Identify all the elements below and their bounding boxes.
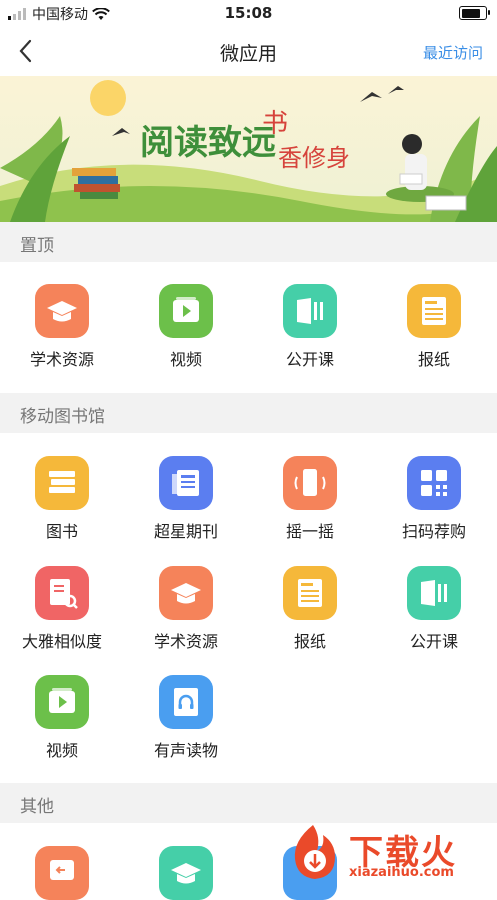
app-icon-bg bbox=[35, 566, 89, 620]
app-icon-bg bbox=[159, 675, 213, 729]
battery-fill bbox=[461, 8, 481, 18]
exit-icon bbox=[50, 860, 74, 880]
app-other-1[interactable] bbox=[0, 846, 124, 900]
app-shake[interactable]: 摇一摇 bbox=[248, 456, 372, 542]
watermark-url: xiazaihuo.com bbox=[349, 865, 454, 880]
app-icon-bg bbox=[159, 284, 213, 338]
app-video[interactable]: 视频 bbox=[124, 284, 248, 370]
app-icon-bg bbox=[283, 566, 337, 620]
app-label: 公开课 bbox=[409, 632, 458, 651]
app-label: 大雅相似度 bbox=[21, 632, 102, 651]
app-icon-bg bbox=[407, 566, 461, 620]
status-bar: 中国移动 15:08 bbox=[0, 0, 497, 26]
newspaper-icon bbox=[422, 297, 446, 325]
banner-slogan-end: 香修身 bbox=[278, 144, 350, 172]
open-course-icon bbox=[421, 580, 447, 606]
app-icon-bg bbox=[283, 456, 337, 510]
app-journals[interactable]: 超星期刊 bbox=[124, 456, 248, 542]
graduation-cap-icon bbox=[171, 863, 201, 884]
section-title: 置顶 bbox=[20, 236, 54, 256]
app-icon-bg bbox=[35, 456, 89, 510]
open-course-icon bbox=[297, 298, 323, 324]
app-icon-bg bbox=[35, 675, 89, 729]
flame-logo-icon bbox=[294, 825, 335, 879]
app-icon-bg bbox=[35, 284, 89, 338]
app-icon-bg bbox=[159, 456, 213, 510]
similarity-check-icon bbox=[50, 579, 78, 609]
app-audiobook[interactable]: 有声读物 bbox=[124, 675, 248, 761]
audiobook-icon bbox=[174, 688, 198, 716]
app-open-course[interactable]: 公开课 bbox=[372, 566, 496, 652]
app-academic-resources[interactable]: 学术资源 bbox=[0, 284, 124, 370]
banner[interactable]: 阅读致远 书 香修身 bbox=[0, 76, 497, 222]
battery-icon bbox=[459, 6, 490, 20]
app-label: 视频 bbox=[169, 350, 202, 369]
watermark-logo: 下载火 xiazaihuo.com bbox=[283, 821, 493, 883]
app-label: 有声读物 bbox=[153, 741, 218, 760]
app-similarity[interactable]: 大雅相似度 bbox=[0, 566, 124, 652]
app-scan-recommend[interactable]: 扫码荐购 bbox=[372, 456, 496, 542]
app-icon-bg bbox=[159, 846, 213, 900]
shake-phone-icon bbox=[294, 469, 326, 496]
app-video[interactable]: 视频 bbox=[0, 675, 124, 761]
app-open-course[interactable]: 公开课 bbox=[248, 284, 372, 370]
app-icon-bg bbox=[283, 284, 337, 338]
app-newspaper[interactable]: 报纸 bbox=[372, 284, 496, 370]
clock: 15:08 bbox=[224, 4, 273, 22]
app-label: 学术资源 bbox=[29, 350, 94, 369]
video-play-icon bbox=[49, 688, 75, 713]
section-title: 其他 bbox=[20, 797, 54, 817]
banner-slogan: 阅读致远 bbox=[140, 123, 276, 163]
app-label: 扫码荐购 bbox=[401, 522, 466, 541]
banner-slogan-accent: 书 bbox=[262, 109, 288, 139]
section-header: 置顶 bbox=[0, 222, 497, 262]
app-icon-bg bbox=[407, 456, 461, 510]
app-label: 公开课 bbox=[285, 350, 334, 369]
app-label: 超星期刊 bbox=[153, 522, 218, 541]
newspaper-icon bbox=[298, 579, 322, 607]
journal-icon bbox=[172, 470, 199, 496]
app-newspaper[interactable]: 报纸 bbox=[248, 566, 372, 652]
app-label: 报纸 bbox=[417, 350, 450, 369]
app-icon-bg bbox=[35, 846, 89, 900]
section-title: 移动图书馆 bbox=[20, 407, 105, 427]
app-icon-bg bbox=[407, 284, 461, 338]
app-label: 图书 bbox=[45, 522, 78, 541]
graduation-cap-icon bbox=[47, 301, 77, 322]
app-label: 学术资源 bbox=[153, 632, 218, 651]
section-header: 其他 bbox=[0, 783, 497, 823]
app-other-2[interactable] bbox=[124, 846, 248, 900]
video-play-icon bbox=[173, 297, 199, 322]
section-header: 移动图书馆 bbox=[0, 393, 497, 433]
app-label: 视频 bbox=[45, 741, 78, 760]
books-icon bbox=[49, 471, 75, 493]
sun-icon bbox=[90, 80, 126, 116]
app-label: 报纸 bbox=[293, 632, 326, 651]
qr-code-icon bbox=[421, 470, 447, 496]
app-icon-bg bbox=[159, 566, 213, 620]
app-books[interactable]: 图书 bbox=[0, 456, 124, 542]
app-academic-resources[interactable]: 学术资源 bbox=[124, 566, 248, 652]
graduation-cap-icon bbox=[171, 583, 201, 604]
nav-bar: 微应用 最近访问 bbox=[0, 26, 497, 76]
app-label: 摇一摇 bbox=[285, 522, 334, 541]
recent-visits-link[interactable]: 最近访问 bbox=[423, 42, 483, 63]
